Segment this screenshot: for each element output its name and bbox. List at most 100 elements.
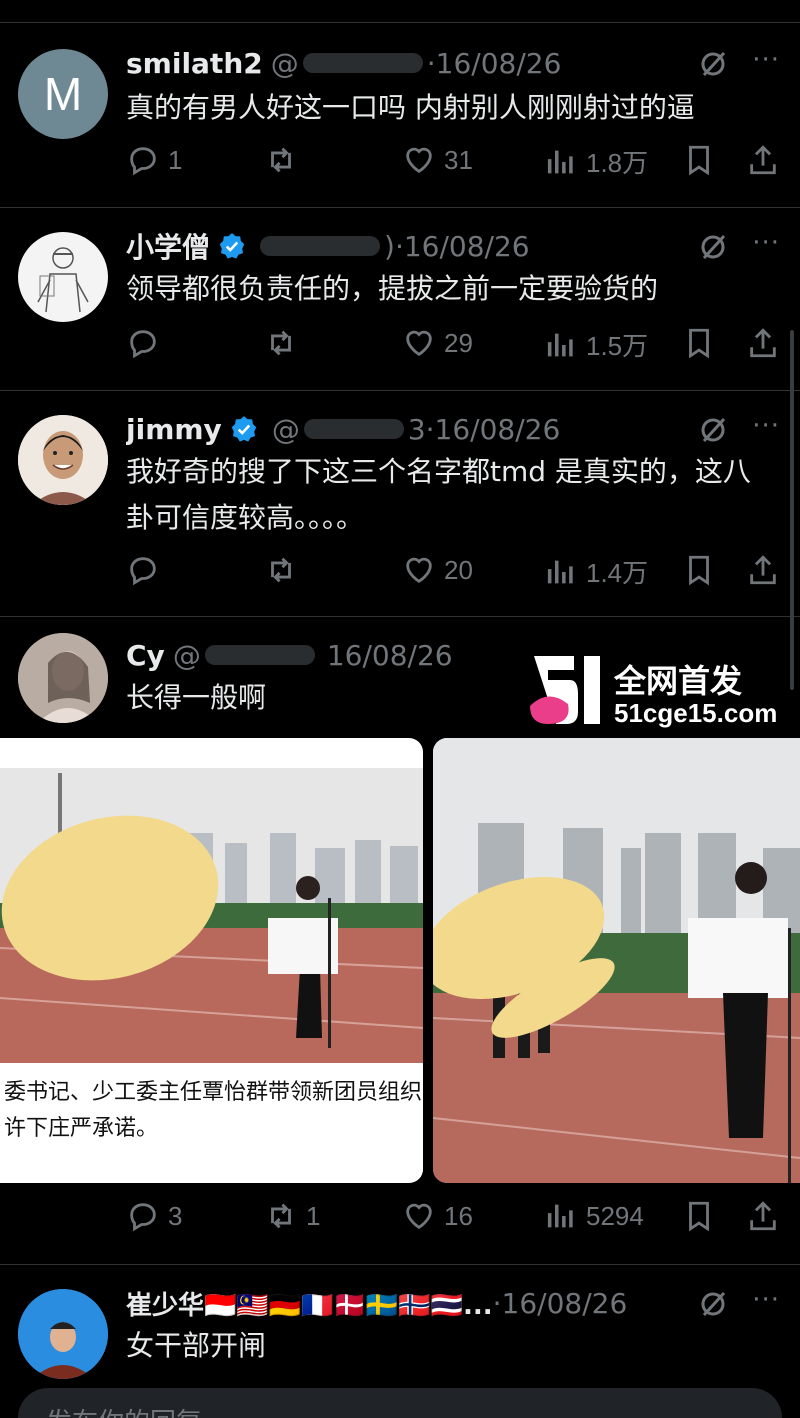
redaction-blur xyxy=(260,236,381,256)
author-name[interactable]: 崔少华🇮🇩🇲🇾🇩🇪🇫🇷🇩🇰🇸🇪🇳🇴🇹🇭... xyxy=(126,1285,493,1322)
repost-icon xyxy=(271,557,291,583)
reply-button[interactable]: 3 xyxy=(126,1199,182,1233)
more-options-icon[interactable]: ··· xyxy=(752,228,780,258)
attached-photo-1[interactable]: 委书记、少工委主任覃怡群带领新团员组织许下庄严承诺。 xyxy=(0,738,423,1183)
post-date[interactable]: ·16/08/26 xyxy=(395,230,530,263)
views-button[interactable]: 5294 xyxy=(544,1199,644,1233)
repost-button[interactable]: 1 xyxy=(264,1199,320,1233)
action-bar: 3 1 16 5294 xyxy=(126,1199,780,1239)
author-handle[interactable]: @ xyxy=(271,47,299,80)
post-2[interactable]: 小学僧 ) ·16/08/26 ··· 领导都很负责任的，提拔之前一定要验货的 … xyxy=(0,207,800,390)
redaction-blur xyxy=(302,53,423,73)
watermark-badge: 全网首发 51cge15.com xyxy=(502,642,800,738)
post-date[interactable]: ·16/08/26 xyxy=(426,413,561,446)
post-date[interactable]: ·16/08/26 xyxy=(427,47,562,80)
post-text: 真的有男人好这一口吗 内射别人刚刚射过的逼 xyxy=(126,91,695,124)
action-bar: 29 1.5万 xyxy=(126,326,780,366)
verified-icon xyxy=(219,233,245,259)
blurred-portrait-icon xyxy=(18,633,108,723)
redaction-blur xyxy=(303,419,404,439)
like-icon xyxy=(406,1203,432,1230)
author-name[interactable]: smilath2 xyxy=(126,47,263,80)
repost-icon xyxy=(271,147,291,173)
portrait-icon xyxy=(18,1289,108,1379)
reply-icon xyxy=(130,147,156,176)
repost-button[interactable] xyxy=(264,143,306,177)
views-icon xyxy=(547,1204,573,1228)
post-text: 领导都很负责任的，提拔之前一定要验货的 xyxy=(126,272,659,305)
views-icon xyxy=(547,560,573,583)
author-name[interactable]: 小学僧 xyxy=(126,226,210,266)
share-icon[interactable] xyxy=(746,143,780,177)
reply-button[interactable] xyxy=(126,326,168,360)
post-date[interactable]: 16/08/26 xyxy=(327,639,453,672)
post-header: jimmy @ 3 ·16/08/26 xyxy=(126,409,780,449)
like-icon xyxy=(406,557,432,584)
views-button[interactable]: 1.4万 xyxy=(544,553,648,590)
sketch-portrait-icon xyxy=(37,247,89,313)
reply-icon xyxy=(130,1203,156,1232)
grok-icon[interactable] xyxy=(698,415,728,445)
bookmark-icon[interactable] xyxy=(682,553,716,587)
reply-icon xyxy=(130,330,156,359)
reply-button[interactable]: 1 xyxy=(126,143,182,177)
avatar[interactable]: M xyxy=(18,49,108,139)
reply-button[interactable] xyxy=(126,553,168,587)
track-scene-image xyxy=(433,738,800,1183)
reply-input[interactable]: 发布你的回复 xyxy=(18,1388,782,1418)
action-bar: 20 1.4万 xyxy=(126,553,780,593)
like-button[interactable]: 29 xyxy=(402,326,473,360)
share-icon[interactable] xyxy=(746,326,780,360)
author-handle[interactable]: @ xyxy=(173,639,201,672)
share-icon[interactable] xyxy=(746,1199,780,1233)
watermark-title: 全网首发 xyxy=(614,662,743,700)
avatar[interactable] xyxy=(18,633,108,723)
post-text: 女干部开闸 xyxy=(126,1329,267,1362)
author-name[interactable]: jimmy xyxy=(126,413,222,446)
more-options-icon[interactable]: ··· xyxy=(752,1285,780,1315)
post-3[interactable]: jimmy @ 3 ·16/08/26 ··· 我好奇的搜了下这三个名字都tmd… xyxy=(0,390,800,616)
author-handle-suffix: 3 xyxy=(407,412,426,446)
repost-button[interactable] xyxy=(264,326,306,360)
watermark-url: 51cge15.com xyxy=(614,698,778,728)
reply-icon xyxy=(130,557,156,586)
like-icon xyxy=(406,330,432,357)
more-options-icon[interactable]: ··· xyxy=(752,411,780,441)
post-header: 崔少华🇮🇩🇲🇾🇩🇪🇫🇷🇩🇰🇸🇪🇳🇴🇹🇭... ·16/08/26 xyxy=(126,1283,780,1323)
author-handle[interactable]: @ xyxy=(272,413,300,446)
post-1[interactable]: M smilath2 @ ·16/08/26 ··· 真的有男人好这一口吗 内射… xyxy=(0,22,800,207)
avatar[interactable] xyxy=(18,415,108,505)
views-button[interactable]: 1.8万 xyxy=(544,143,648,180)
avatar[interactable] xyxy=(18,232,108,322)
face-portrait-icon xyxy=(18,415,108,505)
like-button[interactable]: 16 xyxy=(402,1199,473,1233)
attached-photo-2[interactable] xyxy=(433,738,800,1183)
grok-icon[interactable] xyxy=(698,1289,728,1319)
redaction-blur xyxy=(204,645,315,665)
views-button[interactable]: 1.5万 xyxy=(544,326,648,363)
post-text: 我好奇的搜了下这三个名字都tmd 是真实的，这八卦可信度较高。。。。 xyxy=(126,455,751,534)
author-name[interactable]: Cy xyxy=(126,639,165,672)
more-options-icon[interactable]: ··· xyxy=(752,45,780,75)
grok-icon[interactable] xyxy=(698,232,728,262)
reply-placeholder: 发布你的回复 xyxy=(46,1402,202,1418)
grok-icon[interactable] xyxy=(698,49,728,79)
like-icon xyxy=(406,147,432,174)
bookmark-icon[interactable] xyxy=(682,326,716,360)
scrollbar[interactable] xyxy=(790,330,794,690)
views-icon xyxy=(547,150,573,173)
like-button[interactable]: 20 xyxy=(402,553,473,587)
author-handle[interactable]: ) xyxy=(384,230,395,263)
share-icon[interactable] xyxy=(746,553,780,587)
photo-caption: 委书记、少工委主任覃怡群带领新团员组织许下庄严承诺。 xyxy=(0,1063,423,1183)
repost-icon xyxy=(271,330,291,356)
avatar[interactable] xyxy=(18,1289,108,1379)
post-header: smilath2 @ ·16/08/26 xyxy=(126,43,780,83)
post-header: 小学僧 ) ·16/08/26 xyxy=(126,226,780,266)
bookmark-icon[interactable] xyxy=(682,143,716,177)
post-date[interactable]: ·16/08/26 xyxy=(493,1287,628,1320)
repost-button[interactable] xyxy=(264,553,306,587)
repost-icon xyxy=(271,1203,291,1229)
bookmark-icon[interactable] xyxy=(682,1199,716,1233)
like-button[interactable]: 31 xyxy=(402,143,473,177)
